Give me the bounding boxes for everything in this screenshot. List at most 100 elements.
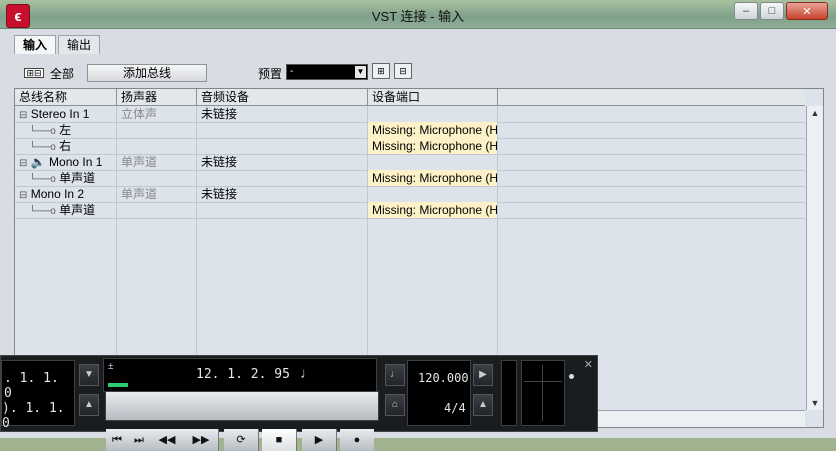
stop-icon[interactable]: ■	[262, 429, 297, 451]
audio-device-cell	[197, 122, 368, 138]
channel-name: 单声道	[59, 171, 96, 185]
scroll-down-icon[interactable]: ▼	[807, 396, 823, 410]
device-port-cell[interactable]: Missing: Microphone (Hi	[368, 202, 498, 218]
scroll-up-icon[interactable]: ▲	[807, 106, 823, 120]
collapse-icon[interactable]: ⊟	[19, 190, 27, 201]
column-device-port[interactable]: 设备端口	[368, 89, 498, 105]
preset-dropdown[interactable]: - ▼	[286, 64, 368, 80]
tree-branch-icon: └──o	[29, 142, 56, 153]
column-audio-device[interactable]: 音频设备	[197, 89, 368, 105]
table-row[interactable]: └──o 左 Missing: Microphone (Hi	[15, 122, 805, 139]
speaker-icon: 🔈	[30, 155, 46, 169]
channel-name: 右	[59, 139, 72, 153]
device-port-cell[interactable]: Missing: Microphone (Hi	[368, 170, 498, 186]
table-header: 总线名称 扬声器 音频设备 设备端口	[15, 89, 805, 106]
column-speaker[interactable]: 扬声器	[117, 89, 197, 105]
channel-name: 单声道	[59, 203, 96, 217]
bus-name: Stereo In 1	[30, 107, 90, 121]
play-icon[interactable]: ▶	[302, 429, 337, 451]
toolbar: ⊞⊟ 全部 添加总线 预置 - ▼ ⊞ ⊟	[14, 55, 822, 89]
tempo-value[interactable]: 120.000	[418, 371, 469, 385]
crosshair-vertical	[542, 365, 543, 421]
locator-select-icon[interactable]: ▲	[79, 394, 99, 416]
activity-display	[521, 360, 565, 426]
locator-display: . 1. 1. 0 ). 1. 1. 0	[1, 360, 75, 431]
column-bus-name[interactable]: 总线名称	[15, 89, 117, 105]
left-locator[interactable]: . 1. 1. 0	[4, 371, 74, 401]
transport-close-icon[interactable]: ✕	[584, 358, 593, 371]
table-row[interactable]: └──o 右 Missing: Microphone (Hi	[15, 138, 805, 155]
collapse-icon[interactable]: ⊟	[19, 158, 27, 169]
preset-value: -	[290, 66, 294, 77]
transport-controls: ⏮ ⏭ ◀◀ ▶▶ ⟳ ■ ▶ ●	[105, 391, 379, 451]
go-to-start-icon[interactable]: ⏮	[106, 429, 129, 451]
audio-device-cell	[197, 170, 368, 186]
speaker-cell	[117, 170, 197, 186]
status-dot	[569, 374, 574, 379]
plus-icon[interactable]: ±	[108, 361, 114, 372]
delete-preset-icon[interactable]: ⊟	[394, 63, 412, 79]
maximize-button[interactable]: □	[760, 2, 784, 20]
speaker-cell: 立体声	[117, 106, 197, 122]
table-row[interactable]: ⊟ 🔈 Mono In 1 单声道 未链接	[15, 154, 805, 171]
table-row[interactable]: ⊟ Mono In 2 单声道 未链接	[15, 186, 805, 203]
channel-name: 左	[59, 123, 72, 137]
audio-device-cell[interactable]: 未链接	[197, 154, 368, 170]
speaker-cell	[117, 138, 197, 154]
rewind-icon[interactable]: ◀◀	[150, 429, 185, 451]
chevron-down-icon: ▼	[355, 66, 366, 78]
expand-all-toggle[interactable]: ⊞⊟	[24, 68, 44, 78]
store-preset-icon[interactable]: ⊞	[372, 63, 390, 79]
minimize-button[interactable]: –	[734, 2, 758, 20]
transport-panel: . 1. 1. 0 ). 1. 1. 0 ▼ ▲ ± 12. 1. 2. 95 …	[0, 355, 598, 451]
table-row[interactable]: ⊟ Stereo In 1 立体声 未链接	[15, 106, 805, 123]
tree-branch-icon: └──o	[29, 174, 56, 185]
device-port-cell[interactable]	[368, 186, 498, 202]
tempo-track-icon[interactable]: ♩	[385, 364, 405, 386]
sync-mode-icon[interactable]: ▲	[473, 394, 493, 416]
audio-device-cell	[197, 138, 368, 154]
device-port-cell[interactable]: Missing: Microphone (Hi	[368, 138, 498, 154]
tree-branch-icon: └──o	[29, 206, 56, 217]
vertical-scrollbar[interactable]: ▲ ▼	[806, 106, 823, 410]
primary-time-display[interactable]: 12. 1. 2. 95	[196, 367, 290, 382]
note-icon: ♩	[300, 365, 315, 382]
tree-branch-icon: └──o	[29, 126, 56, 137]
tempo-display: 120.000 4/4	[407, 360, 471, 426]
bus-name: Mono In 1	[49, 155, 103, 169]
crosshair-horizontal	[524, 381, 562, 382]
level-meter	[108, 383, 128, 387]
tab-bar: 输入 输出	[14, 35, 102, 54]
audio-device-cell	[197, 202, 368, 218]
record-icon[interactable]: ●	[340, 429, 374, 451]
collapse-icon[interactable]: ⊟	[19, 110, 27, 121]
metronome-icon[interactable]: ⌂	[385, 394, 405, 416]
preset-label: 预置	[258, 67, 283, 81]
window-controls: – □ ✕	[734, 2, 828, 20]
go-to-end-icon[interactable]: ⏭	[128, 429, 151, 451]
table-row[interactable]: └──o 单声道 Missing: Microphone (Hi	[15, 170, 805, 187]
tab-output[interactable]: 输出	[58, 35, 101, 54]
marker-strip	[501, 360, 517, 426]
main-position-display: ± 12. 1. 2. 95 ♩	[103, 358, 377, 392]
window-title: VST 连接 - 输入	[371, 9, 465, 24]
tab-input[interactable]: 输入	[14, 35, 57, 54]
loop-icon[interactable]: ⟳	[224, 429, 259, 451]
speaker-cell	[117, 122, 197, 138]
speaker-cell: 单声道	[117, 154, 197, 170]
audio-device-cell[interactable]: 未链接	[197, 106, 368, 122]
audio-device-cell[interactable]: 未链接	[197, 186, 368, 202]
speaker-cell: 单声道	[117, 186, 197, 202]
locator-select-icon[interactable]: ▼	[79, 364, 99, 386]
close-button[interactable]: ✕	[786, 2, 828, 20]
sync-icon[interactable]: ▶	[473, 364, 493, 386]
add-bus-button[interactable]: 添加总线	[87, 64, 207, 82]
expand-all-label: 全部	[50, 67, 75, 81]
table-row[interactable]: └──o 单声道 Missing: Microphone (Hi	[15, 202, 805, 219]
device-port-cell[interactable]	[368, 154, 498, 170]
device-port-cell[interactable]	[368, 106, 498, 122]
right-locator[interactable]: ). 1. 1. 0	[2, 401, 74, 431]
device-port-cell[interactable]: Missing: Microphone (Hi	[368, 122, 498, 138]
fast-forward-icon[interactable]: ▶▶	[184, 429, 219, 451]
time-signature[interactable]: 4/4	[444, 401, 466, 415]
